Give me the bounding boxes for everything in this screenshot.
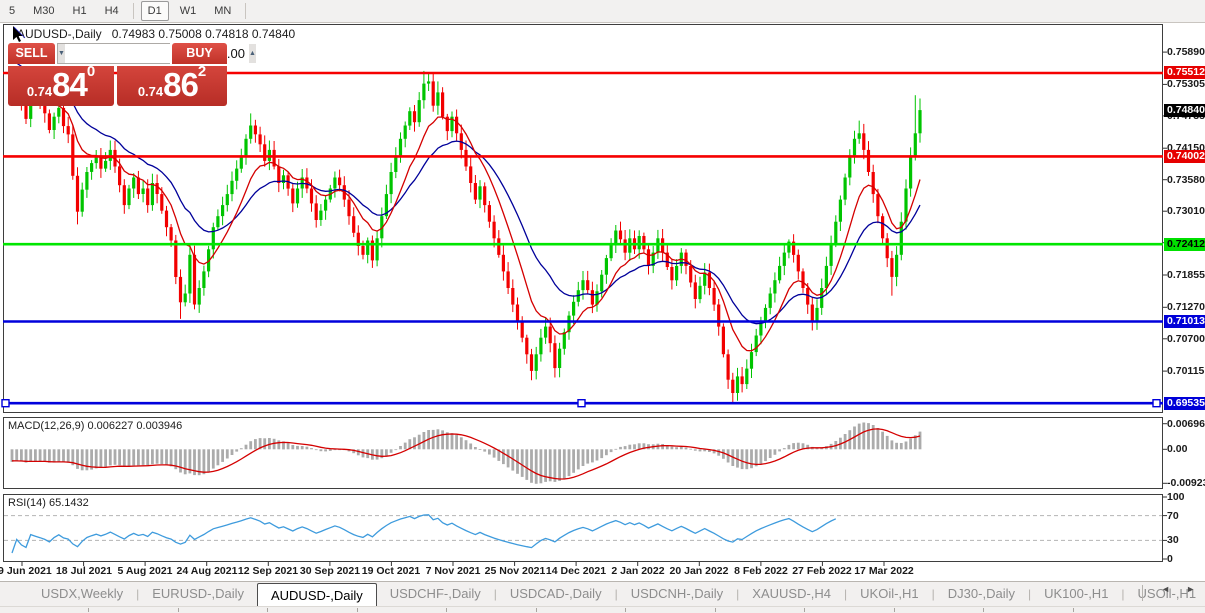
chart-title: AUDUSD-,Daily 0.74983 0.75008 0.74818 0.… <box>10 26 295 42</box>
status-strip <box>0 606 1205 613</box>
tab-scroll-left-icon[interactable]: ◄ <box>1161 584 1170 594</box>
tab-usdchf-daily[interactable]: USDCHF-,Daily <box>377 582 494 606</box>
mouse-cursor-icon <box>12 26 28 42</box>
strip-tick <box>804 608 805 612</box>
buy-price-prefix: 0.74 <box>138 84 163 99</box>
rsi-axis-tick: 30 <box>1167 534 1205 546</box>
level-price-badge: 0.75512 <box>1164 66 1205 79</box>
macd-axis-tick: 0.00 <box>1167 443 1205 455</box>
price-axis-tick: 0.73580 <box>1167 174 1205 186</box>
tab-bar-divider <box>1142 585 1143 601</box>
strip-tick <box>357 608 358 612</box>
current-price-badge: 0.74840 <box>1164 104 1205 117</box>
tab-ukoil-h1[interactable]: UKOil-,H1 <box>847 582 932 606</box>
timeframe-button-m30[interactable]: M30 <box>26 1 61 21</box>
volume-spinner: ▼ ▲ <box>57 43 170 64</box>
level-price-badge: 0.72412 <box>1164 238 1205 251</box>
price-axis-tick: 0.75890 <box>1167 46 1205 58</box>
macd-indicator-label: MACD(12,26,9) 0.006227 0.003946 <box>8 420 182 432</box>
chart-ohlc-values: 0.74983 0.75008 0.74818 0.74840 <box>112 27 296 41</box>
level-selection-handle[interactable] <box>2 400 9 407</box>
volume-increase-button[interactable]: ▲ <box>249 44 256 63</box>
tab-eurusd-daily[interactable]: EURUSD-,Daily <box>139 582 257 606</box>
buy-button[interactable]: BUY <box>172 43 227 64</box>
strip-tick <box>267 608 268 612</box>
tab-dj30-daily[interactable]: DJ30-,Daily <box>935 582 1028 606</box>
timeframe-button-h1[interactable]: H1 <box>66 1 94 21</box>
tab-xauusd-h4[interactable]: XAUUSD-,H4 <box>739 582 844 606</box>
price-axis-tick: 0.73010 <box>1167 205 1205 217</box>
strip-tick <box>88 608 89 612</box>
timeframe-button-mn[interactable]: MN <box>207 1 238 21</box>
trading-terminal: 5M30H1H4 D1W1MN AUDUSD-,Daily 0.74983 0.7… <box>0 0 1205 613</box>
rsi-axis-tick: 100 <box>1167 491 1205 503</box>
price-axis-tick: 0.71855 <box>1167 269 1205 281</box>
macd-axis-tick: -0.00923 <box>1167 477 1205 489</box>
timeframe-button-h4[interactable]: H4 <box>98 1 126 21</box>
toolbar-separator <box>245 3 246 19</box>
tab-usdx-weekly[interactable]: USDX,Weekly <box>28 582 136 606</box>
level-selection-handle[interactable] <box>578 400 585 407</box>
level-price-badge: 0.69535 <box>1164 397 1205 410</box>
one-click-trading-panel: SELL ▼ ▲ BUY 0.74840 0.74862 <box>8 43 227 106</box>
tab-audusd-daily[interactable]: AUDUSD-,Daily <box>257 583 377 607</box>
sell-price-prefix: 0.74 <box>27 84 52 99</box>
strip-tick <box>1073 608 1074 612</box>
tab-usdcad-daily[interactable]: USDCAD-,Daily <box>497 582 615 606</box>
rsi-axis-tick: 0 <box>1167 553 1205 565</box>
buy-price-box[interactable]: 0.74862 <box>117 66 227 106</box>
timeframe-button-d1[interactable]: D1 <box>141 1 169 21</box>
chart-symbol-label: AUDUSD-,Daily <box>17 27 102 41</box>
strip-tick <box>715 608 716 612</box>
timeframe-button-5[interactable]: 5 <box>2 1 22 21</box>
tab-scroll-right-icon[interactable]: ► <box>1186 584 1195 594</box>
strip-tick <box>178 608 179 612</box>
level-selection-handle[interactable] <box>1153 400 1160 407</box>
trade-panel-top-row: SELL ▼ ▲ BUY <box>8 43 227 64</box>
sell-price-sup: 0 <box>87 63 95 80</box>
timeframe-toolbar: 5M30H1H4 D1W1MN <box>0 0 1205 23</box>
tab-scroll-arrows: ◄ ► <box>1161 584 1195 594</box>
volume-decrease-button[interactable]: ▼ <box>58 44 65 63</box>
buy-price-big: 86 <box>163 66 198 103</box>
rsi-axis-tick: 70 <box>1167 510 1205 522</box>
tab-usdcnh-daily[interactable]: USDCNH-,Daily <box>618 582 736 606</box>
date-axis-label: 17 Mar 2022 <box>844 565 924 577</box>
level-price-badge: 0.71013 <box>1164 315 1205 328</box>
sell-price-box[interactable]: 0.74840 <box>8 66 114 106</box>
macd-axis-tick: 0.006964 <box>1167 418 1205 430</box>
strip-tick <box>894 608 895 612</box>
sell-button[interactable]: SELL <box>8 43 55 64</box>
price-axis-tick: 0.70700 <box>1167 333 1205 345</box>
tab-uk100-h1[interactable]: UK100-,H1 <box>1031 582 1121 606</box>
chart-tab-bar: USDX,Weekly|EURUSD-,DailyAUDUSD-,DailyUS… <box>0 581 1205 606</box>
price-axis-tick: 0.70115 <box>1167 365 1205 377</box>
sell-price-big: 84 <box>52 66 87 103</box>
level-price-badge: 0.74002 <box>1164 150 1205 163</box>
strip-tick <box>983 608 984 612</box>
price-axis-tick: 0.75305 <box>1167 78 1205 90</box>
strip-tick <box>536 608 537 612</box>
strip-tick <box>625 608 626 612</box>
toolbar-separator <box>133 3 134 19</box>
price-axis-tick: 0.71270 <box>1167 301 1205 313</box>
rsi-indicator-label: RSI(14) 65.1432 <box>8 497 89 509</box>
strip-tick <box>446 608 447 612</box>
buy-price-sup: 2 <box>198 63 206 80</box>
timeframe-button-w1[interactable]: W1 <box>173 1 204 21</box>
